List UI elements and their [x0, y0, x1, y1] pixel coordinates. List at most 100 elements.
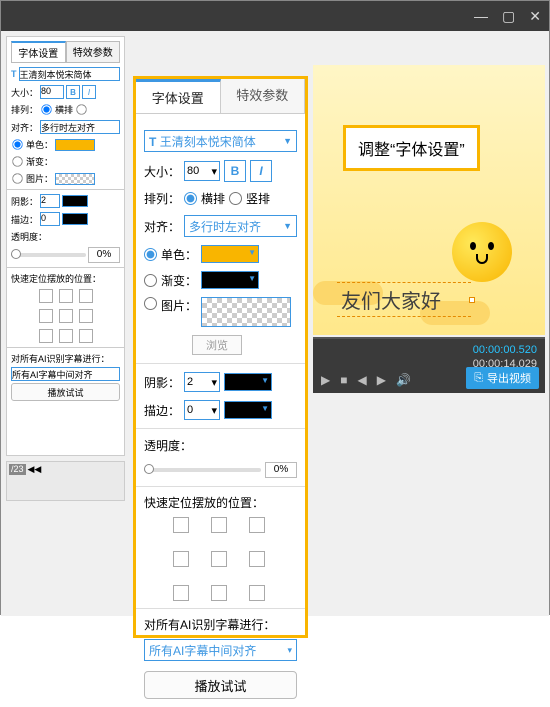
- stroke-input[interactable]: 0▾: [184, 400, 220, 420]
- small-stroke-color[interactable]: [62, 213, 88, 225]
- pos-bc[interactable]: [59, 329, 73, 343]
- label-quickpos-big: 快速定位摆放的位置：: [144, 494, 297, 511]
- label-opacity: 透明度：: [11, 230, 47, 243]
- italic-button[interactable]: I: [82, 85, 96, 99]
- solid-radio[interactable]: [144, 248, 157, 261]
- tab-fx-params[interactable]: 特效参数: [221, 79, 306, 113]
- small-play-test[interactable]: 播放试试: [11, 383, 120, 401]
- label-image: 图片：: [26, 172, 53, 185]
- pos-ml[interactable]: [39, 309, 53, 323]
- small-stroke[interactable]: 0: [40, 212, 60, 226]
- pos-bl[interactable]: [39, 329, 53, 343]
- solid-color-swatch[interactable]: [201, 245, 259, 263]
- small-shadow-color[interactable]: [62, 195, 88, 207]
- gradient-radio[interactable]: [144, 274, 157, 287]
- label-vert-big: 竖排: [246, 190, 270, 207]
- label-stroke-big: 描边：: [144, 402, 180, 419]
- pos-ml-big[interactable]: [173, 551, 189, 567]
- label-solid-big: 单色：: [161, 246, 197, 263]
- pos-tc-big[interactable]: [211, 517, 227, 533]
- play-test-button[interactable]: 播放试试: [144, 671, 297, 699]
- image-swatch[interactable]: [201, 297, 291, 327]
- label-opacity-big: 透明度：: [144, 437, 192, 454]
- opacity-value[interactable]: 0%: [265, 462, 297, 478]
- pos-br[interactable]: [79, 329, 93, 343]
- small-tab-font[interactable]: 字体设置: [11, 41, 66, 62]
- label-allai-big: 对所有AI识别字幕进行：: [144, 616, 297, 633]
- pos-tr-big[interactable]: [249, 517, 265, 533]
- label-horiz: 横排: [55, 103, 73, 116]
- font-size-input[interactable]: 80▾: [184, 161, 220, 181]
- pos-tl[interactable]: [39, 289, 53, 303]
- bold-button[interactable]: B: [66, 85, 80, 99]
- opacity-slider[interactable]: [144, 468, 261, 472]
- small-shadow[interactable]: 2: [40, 194, 60, 208]
- label-horiz-big: 横排: [201, 190, 225, 207]
- small-image-swatch[interactable]: [55, 173, 95, 185]
- label-stroke: 描边：: [11, 213, 38, 226]
- window-titlebar: — ▢ ✕: [1, 1, 549, 31]
- small-horiz-radio[interactable]: [41, 104, 51, 114]
- pos-tl-big[interactable]: [173, 517, 189, 533]
- font-family-select[interactable]: T 王清刻本悦宋简体▼: [144, 130, 297, 152]
- vert-radio[interactable]: [229, 192, 242, 205]
- label-allai: 对所有AI识别字幕进行：: [11, 352, 120, 365]
- small-font-select[interactable]: 王清刻本悦宋简体: [19, 67, 121, 81]
- label-solid: 单色：: [26, 138, 53, 151]
- close-icon[interactable]: ✕: [529, 8, 541, 25]
- pos-bc-big[interactable]: [211, 585, 227, 601]
- browse-button[interactable]: 浏览: [192, 335, 242, 355]
- pos-bl-big[interactable]: [173, 585, 189, 601]
- small-gradient-radio[interactable]: [12, 156, 22, 166]
- minimize-icon[interactable]: —: [474, 8, 488, 24]
- label-shadow: 阴影：: [11, 195, 38, 208]
- pos-mr[interactable]: [79, 309, 93, 323]
- small-ai-align[interactable]: 所有AI字幕中间对齐: [11, 367, 120, 381]
- horiz-radio[interactable]: [184, 192, 197, 205]
- tab-font-settings[interactable]: 字体设置: [136, 79, 221, 113]
- italic-button-big[interactable]: I: [250, 160, 272, 182]
- stroke-color[interactable]: [224, 401, 272, 419]
- next-icon[interactable]: ▶: [377, 373, 386, 387]
- stop-icon[interactable]: ■: [340, 373, 347, 387]
- big-font-panel: 字体设置 特效参数 T 王清刻本悦宋简体▼ 大小： 80▾ B I 排列： 横排…: [133, 76, 308, 638]
- subtitle-handle[interactable]: [469, 297, 475, 303]
- shadow-color[interactable]: [224, 373, 272, 391]
- pos-mc[interactable]: [59, 309, 73, 323]
- restore-icon[interactable]: ▢: [502, 8, 515, 25]
- label-layout: 排列：: [11, 103, 38, 116]
- bold-button-big[interactable]: B: [224, 160, 246, 182]
- export-video-button[interactable]: ⎘导出视频: [466, 367, 539, 389]
- pos-mc-big[interactable]: [211, 551, 227, 567]
- pos-tr[interactable]: [79, 289, 93, 303]
- small-solid-radio[interactable]: [12, 139, 22, 149]
- label-size-big: 大小：: [144, 163, 180, 180]
- font-name: 王清刻本悦宋简体: [160, 135, 256, 149]
- image-radio[interactable]: [144, 297, 157, 310]
- small-opacity-value[interactable]: 0%: [88, 247, 120, 263]
- align-select[interactable]: 多行时左对齐▼: [184, 215, 297, 237]
- small-solid-swatch[interactable]: [55, 139, 95, 151]
- small-vert-radio[interactable]: [76, 104, 86, 114]
- play-icon[interactable]: ▶: [321, 373, 330, 387]
- volume-icon[interactable]: 🔊: [396, 373, 411, 387]
- small-tab-fx[interactable]: 特效参数: [66, 41, 121, 62]
- small-font-panel: 字体设置 特效参数 T王清刻本悦宋简体 大小：80BI 排列：横排 对齐：多行时…: [6, 36, 125, 456]
- shadow-input[interactable]: 2▾: [184, 372, 220, 392]
- pos-tc[interactable]: [59, 289, 73, 303]
- small-align[interactable]: 多行时左对齐: [40, 120, 120, 134]
- label-gradient: 渐变：: [26, 155, 53, 168]
- subtitle-text[interactable]: 友们大家好: [337, 282, 471, 317]
- label-layout-big: 排列：: [144, 190, 180, 207]
- label-image-big: 图片：: [161, 297, 197, 314]
- prev-icon[interactable]: ◀: [357, 373, 366, 387]
- small-image-radio[interactable]: [12, 173, 22, 183]
- pos-br-big[interactable]: [249, 585, 265, 601]
- pos-mr-big[interactable]: [249, 551, 265, 567]
- small-opacity-slider[interactable]: [11, 253, 86, 257]
- position-grid: [144, 517, 297, 601]
- small-size[interactable]: 80: [40, 85, 64, 99]
- small-pos-grid: [11, 289, 120, 343]
- gradient-swatch[interactable]: [201, 271, 259, 289]
- ai-align-select[interactable]: 所有AI字幕中间对齐▾: [144, 639, 297, 661]
